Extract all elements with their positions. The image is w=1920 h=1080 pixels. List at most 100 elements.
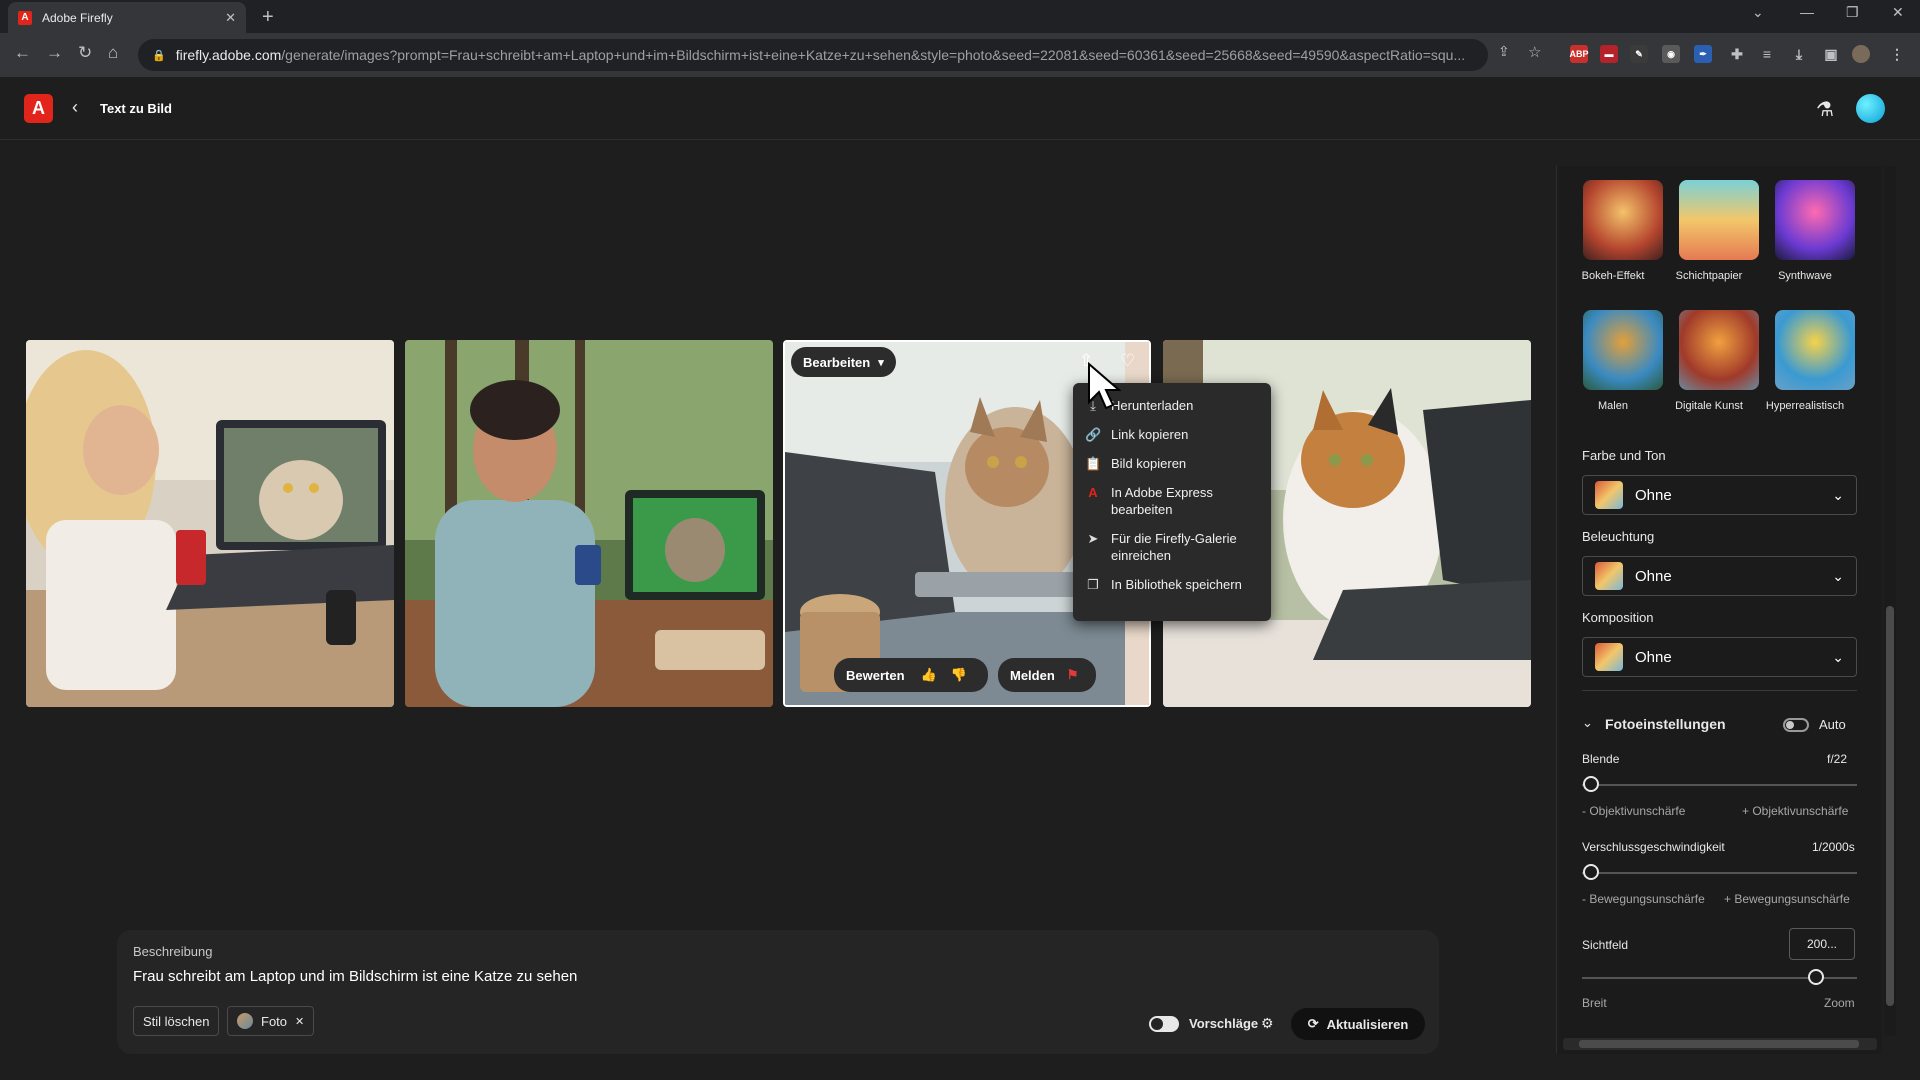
style-thumb-digital-art[interactable] [1679, 310, 1759, 390]
close-tab-icon[interactable]: ✕ [225, 10, 236, 26]
profile-avatar-icon[interactable] [1852, 45, 1870, 63]
lock-icon: 🔒 [152, 49, 166, 62]
forward-icon[interactable]: → [46, 43, 63, 63]
library-icon: ❐ [1087, 577, 1099, 592]
remove-chip-icon[interactable]: ✕ [295, 1015, 304, 1028]
composition-label: Komposition [1582, 610, 1654, 625]
style-label: Bokeh-Effekt [1581, 270, 1645, 282]
generated-image-2[interactable] [405, 340, 773, 707]
scrollbar-thumb[interactable] [1886, 606, 1894, 1006]
menu-item-copy-link[interactable]: 🔗 Link kopieren [1073, 420, 1271, 449]
aperture-slider-handle[interactable] [1583, 776, 1599, 792]
share-page-icon[interactable]: ⇪ [1498, 43, 1510, 60]
style-thumb-layered-paper[interactable] [1679, 180, 1759, 260]
style-preview-thumbnail [1595, 562, 1623, 590]
fov-slider-handle[interactable] [1808, 969, 1824, 985]
shutter-slider[interactable] [1582, 872, 1857, 874]
avatar[interactable] [1856, 94, 1885, 123]
heart-icon[interactable]: ♡ [1120, 351, 1135, 371]
fov-value: 200... [1806, 937, 1838, 951]
prompt-input[interactable]: Frau schreibt am Laptop und im Bildschir… [133, 968, 577, 985]
style-chip-photo[interactable]: Foto ✕ [227, 1006, 315, 1036]
suggestions-toggle[interactable] [1149, 1016, 1179, 1032]
suggestions-label: Vorschläge [1189, 1016, 1259, 1031]
menu-item-label: Für die Firefly-Galerie einreichen [1111, 531, 1237, 563]
menu-item-label: Bild kopieren [1111, 456, 1187, 471]
camera-extension-icon[interactable]: ◉ [1662, 45, 1680, 63]
extension-icon[interactable]: ✎ [1630, 45, 1648, 63]
update-label: Aktualisieren [1326, 1016, 1409, 1032]
fov-input[interactable]: 200... [1789, 928, 1855, 960]
bookmark-star-icon[interactable]: ☆ [1528, 43, 1541, 61]
color-tone-label: Farbe und Ton [1582, 448, 1666, 463]
style-label: Hyperrealistisch [1765, 400, 1845, 412]
menu-item-label: In Bibliothek speichern [1111, 577, 1242, 592]
thumbs-down-icon[interactable]: 👎 [951, 667, 967, 683]
download-icon[interactable]: ⤓ [1790, 45, 1808, 63]
dropdown-value: Ohne [1635, 486, 1672, 504]
style-thumb-synthwave[interactable] [1775, 180, 1855, 260]
adobe-favicon-icon: A [18, 10, 32, 25]
chevron-down-icon: ⌄ [1832, 648, 1844, 665]
browser-tab[interactable]: A Adobe Firefly ✕ [8, 2, 246, 33]
tab-search-icon[interactable]: ⌄ [1752, 4, 1764, 21]
style-thumb-painting[interactable] [1583, 310, 1663, 390]
menu-item-save-library[interactable]: ❐ In Bibliothek speichern [1073, 570, 1271, 599]
shutter-min-label: - Bewegungsunschärfe [1582, 892, 1705, 906]
pen-extension-icon[interactable]: ✒ [1694, 45, 1712, 63]
menu-item-submit-gallery[interactable]: ➤ Für die Firefly-Galerie einreichen [1073, 524, 1271, 570]
style-thumb-hyperrealistic[interactable] [1775, 310, 1855, 390]
address-bar[interactable]: 🔒 firefly.adobe.com/generate/images?prom… [138, 39, 1488, 71]
back-chevron-icon[interactable]: ‹ [72, 97, 78, 118]
menu-item-copy-image[interactable]: 📋 Bild kopieren [1073, 449, 1271, 478]
chevron-down-icon[interactable]: ⌄ [1582, 715, 1593, 731]
extension-icon[interactable]: ▬ [1600, 45, 1618, 63]
clear-style-label: Stil löschen [143, 1013, 210, 1029]
style-label: Synthwave [1778, 270, 1832, 282]
menu-kebab-icon[interactable]: ⋮ [1888, 45, 1906, 63]
aperture-slider[interactable] [1582, 784, 1857, 786]
update-button[interactable]: ⟳ Aktualisieren [1291, 1008, 1425, 1040]
aperture-label: Blende [1582, 752, 1620, 766]
flask-icon[interactable]: ⚗ [1816, 97, 1834, 122]
side-panel-icon[interactable]: ▣ [1822, 45, 1840, 63]
auto-toggle[interactable] [1783, 718, 1809, 732]
vertical-scrollbar[interactable] [1884, 166, 1896, 1036]
clear-style-button[interactable]: Stil löschen [133, 1006, 220, 1036]
browser-toolbar: ← → ↻ ⌂ 🔒 firefly.adobe.com/generate/ima… [0, 33, 1920, 77]
page-title: Text zu Bild [100, 101, 172, 116]
report-button[interactable]: Melden ⚑ [998, 658, 1096, 692]
photo-style-thumbnail [237, 1013, 253, 1029]
generated-image-1[interactable] [26, 340, 394, 707]
adblock-extension-icon[interactable]: ABP [1570, 45, 1589, 63]
home-icon[interactable]: ⌂ [108, 43, 118, 63]
divider [1582, 690, 1857, 691]
back-icon[interactable]: ← [14, 43, 31, 63]
new-tab-icon[interactable]: + [262, 6, 274, 29]
composition-dropdown[interactable]: Ohne ⌄ [1582, 637, 1857, 677]
suggestions-settings-icon[interactable]: ⚙ [1261, 1015, 1274, 1032]
extensions-puzzle-icon[interactable]: ✚ [1728, 45, 1746, 63]
adobe-logo-icon[interactable]: A [24, 94, 53, 123]
reload-icon[interactable]: ↻ [78, 43, 92, 63]
style-thumb-bokeh[interactable] [1583, 180, 1663, 260]
shutter-slider-handle[interactable] [1583, 864, 1599, 880]
thumbs-up-icon[interactable]: 👍 [921, 667, 937, 683]
refresh-edit-icon: ⟳ [1307, 1016, 1319, 1031]
media-icon[interactable]: ≡ [1758, 45, 1776, 63]
minimize-icon[interactable]: — [1800, 4, 1814, 20]
url-domain: firefly.adobe.com [175, 47, 282, 63]
horizontal-scrollbar[interactable] [1563, 1038, 1877, 1050]
style-label: Digitale Kunst [1675, 400, 1743, 412]
adobe-express-icon: A [1088, 485, 1098, 500]
restore-icon[interactable]: ❐ [1846, 4, 1859, 21]
report-label: Melden [1010, 667, 1055, 683]
send-icon: ➤ [1087, 531, 1099, 546]
color-tone-dropdown[interactable]: Ohne ⌄ [1582, 475, 1857, 515]
style-preview-thumbnail [1595, 643, 1623, 671]
menu-item-adobe-express[interactable]: A In Adobe Express bearbeiten [1073, 478, 1271, 524]
close-window-icon[interactable]: ✕ [1892, 4, 1904, 21]
lighting-dropdown[interactable]: Ohne ⌄ [1582, 556, 1857, 596]
edit-dropdown-button[interactable]: Bearbeiten ▾ [791, 347, 896, 377]
mouse-cursor-icon [1088, 362, 1121, 410]
